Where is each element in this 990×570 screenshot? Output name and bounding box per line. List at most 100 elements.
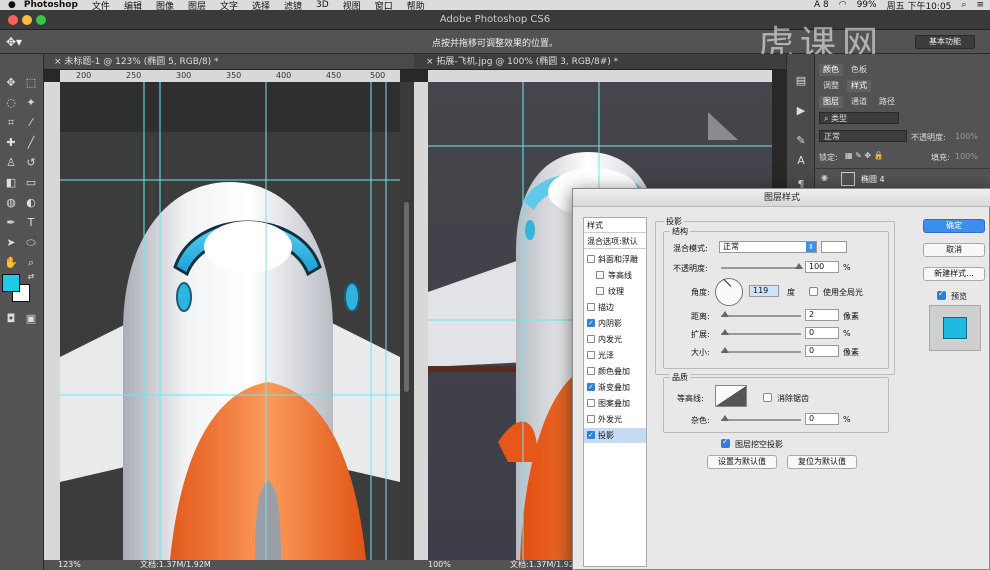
tab-adjustments[interactable]: 调整 [819, 80, 843, 92]
blend-mode-select[interactable]: 正常 ⇕ [719, 241, 817, 253]
hand-tool-icon[interactable]: ✋ [4, 256, 18, 270]
style-checkbox[interactable] [587, 367, 595, 375]
layer-filter-dropdown[interactable]: ⌕ 类型 [819, 112, 899, 124]
global-light-checkbox[interactable] [809, 287, 818, 296]
healing-brush-icon[interactable]: ✚ [4, 136, 18, 150]
doc2-close-icon[interactable]: × [426, 57, 436, 67]
style-row[interactable]: 描边 [584, 300, 646, 315]
tab-paths[interactable]: 路径 [875, 96, 899, 108]
menu-view[interactable]: 视图 [343, 0, 361, 11]
menu-app-name[interactable]: Photoshop [24, 0, 78, 10]
size-input[interactable]: 0 [805, 345, 839, 357]
swap-colors-icon[interactable]: ⇄ [24, 270, 38, 284]
reset-default-button[interactable]: 复位为默认值 [787, 455, 857, 469]
actions-panel-icon[interactable]: ▶ [794, 104, 808, 118]
style-row[interactable]: 内阴影 [584, 316, 646, 331]
tab-channels[interactable]: 通道 [847, 96, 871, 108]
style-checkbox[interactable] [596, 287, 604, 295]
blend-mode-dropdown[interactable]: 正常 [819, 130, 907, 142]
slider-knob[interactable] [721, 329, 729, 335]
clock[interactable]: 周五 下午10:05 [887, 0, 952, 11]
history-brush-icon[interactable]: ↺ [24, 156, 38, 170]
crop-tool-icon[interactable]: ⌗ [4, 116, 18, 130]
wifi-icon[interactable]: ◠ [839, 0, 847, 10]
screen-mode-icon[interactable]: ▣ [24, 312, 38, 326]
doc1-vertical-scrollbar[interactable] [400, 82, 414, 560]
blend-options-default[interactable]: 混合选项:默认 [584, 234, 646, 249]
fill-value[interactable]: 100% [955, 152, 978, 161]
stamp-tool-icon[interactable]: ♙ [4, 156, 18, 170]
selection-tool-icon[interactable]: ⬚ [24, 76, 38, 90]
style-checkbox[interactable] [587, 351, 595, 359]
new-style-button[interactable]: 新建样式... [923, 267, 985, 281]
knockout-checkbox[interactable] [721, 437, 730, 448]
style-row[interactable]: 图案叠加 [584, 396, 646, 411]
menu-edit[interactable]: 编辑 [124, 0, 142, 11]
lock-icons[interactable]: ▦ ✎ ✥ 🔒 [845, 151, 884, 160]
doc2-zoom[interactable]: 100% [428, 560, 451, 570]
battery-level[interactable]: 99% [857, 0, 877, 10]
tab-color[interactable]: 颜色 [819, 64, 843, 76]
cancel-button[interactable]: 取消 [923, 243, 985, 257]
style-row[interactable]: 光泽 [584, 348, 646, 363]
blur-tool-icon[interactable]: ◍ [4, 196, 18, 210]
ai-badge[interactable]: A 8 [814, 0, 829, 10]
menu-image[interactable]: 图像 [156, 0, 174, 11]
style-row[interactable]: 外发光 [584, 412, 646, 427]
doc1-canvas[interactable] [60, 82, 400, 560]
menu-3d[interactable]: 3D [316, 0, 329, 10]
minimize-window-button[interactable] [22, 15, 32, 25]
gradient-tool-icon[interactable]: ▭ [24, 176, 38, 190]
style-checkbox[interactable] [587, 255, 595, 263]
menu-select[interactable]: 选择 [252, 0, 270, 11]
tab-styles[interactable]: 样式 [847, 80, 871, 92]
quick-mask-icon[interactable]: ◘ [4, 312, 18, 326]
menu-window[interactable]: 窗口 [375, 0, 393, 11]
distance-slider[interactable] [721, 311, 801, 317]
angle-dial[interactable] [715, 278, 743, 306]
style-checkbox[interactable] [596, 271, 604, 279]
style-row[interactable]: 内发光 [584, 332, 646, 347]
character-panel-icon[interactable]: A [794, 154, 808, 168]
foreground-color-swatch[interactable] [2, 274, 20, 292]
style-row[interactable]: 斜面和浮雕 [584, 252, 646, 267]
style-checkbox[interactable] [587, 428, 595, 443]
size-slider[interactable] [721, 347, 801, 353]
zoom-window-button[interactable] [36, 15, 46, 25]
brush-panel-icon[interactable]: ✎ [794, 134, 808, 148]
noise-slider[interactable] [721, 415, 801, 421]
tab-swatches[interactable]: 色板 [847, 64, 871, 76]
tab-layers[interactable]: 图层 [819, 96, 843, 108]
apple-icon[interactable]: ● [8, 0, 16, 10]
menu-list-icon[interactable]: ≡ [976, 0, 984, 10]
style-checkbox[interactable] [587, 335, 595, 343]
contour-picker[interactable] [715, 385, 747, 407]
menu-filter[interactable]: 滤镜 [284, 0, 302, 11]
style-checkbox[interactable] [587, 399, 595, 407]
style-row[interactable]: 渐变叠加 [584, 380, 646, 395]
style-checkbox[interactable] [587, 316, 595, 331]
lasso-tool-icon[interactable]: ◌ [4, 96, 18, 110]
styles-header[interactable]: 样式 [584, 218, 646, 233]
ellipse-tool-icon[interactable]: ⬭ [24, 236, 38, 250]
menu-layer[interactable]: 图层 [188, 0, 206, 11]
search-icon[interactable]: ⌕ [961, 0, 966, 10]
slider-knob[interactable] [721, 415, 729, 421]
zoom-tool-icon[interactable]: ⌕ [24, 256, 38, 270]
spread-input[interactable]: 0 [805, 327, 839, 339]
style-row[interactable]: 投影 [584, 428, 646, 443]
antialias-checkbox[interactable] [763, 393, 772, 402]
style-row[interactable]: 纹理 [584, 284, 646, 299]
brush-tool-icon[interactable]: ╱ [24, 136, 38, 150]
scroll-thumb[interactable] [404, 202, 409, 392]
layer-row[interactable]: ◉ 椭圆 4 [815, 168, 990, 188]
menu-file[interactable]: 文件 [92, 0, 110, 11]
doc1-tab[interactable]: × 未标题-1 @ 123% (椭圆 5, RGB/8) * [44, 54, 414, 70]
history-panel-icon[interactable]: ▤ [794, 74, 808, 88]
dodge-tool-icon[interactable]: ◐ [24, 196, 38, 210]
angle-input[interactable]: 119 [749, 285, 779, 297]
style-checkbox[interactable] [587, 380, 595, 395]
style-row[interactable]: 颜色叠加 [584, 364, 646, 379]
spread-slider[interactable] [721, 329, 801, 335]
close-window-button[interactable] [8, 15, 18, 25]
